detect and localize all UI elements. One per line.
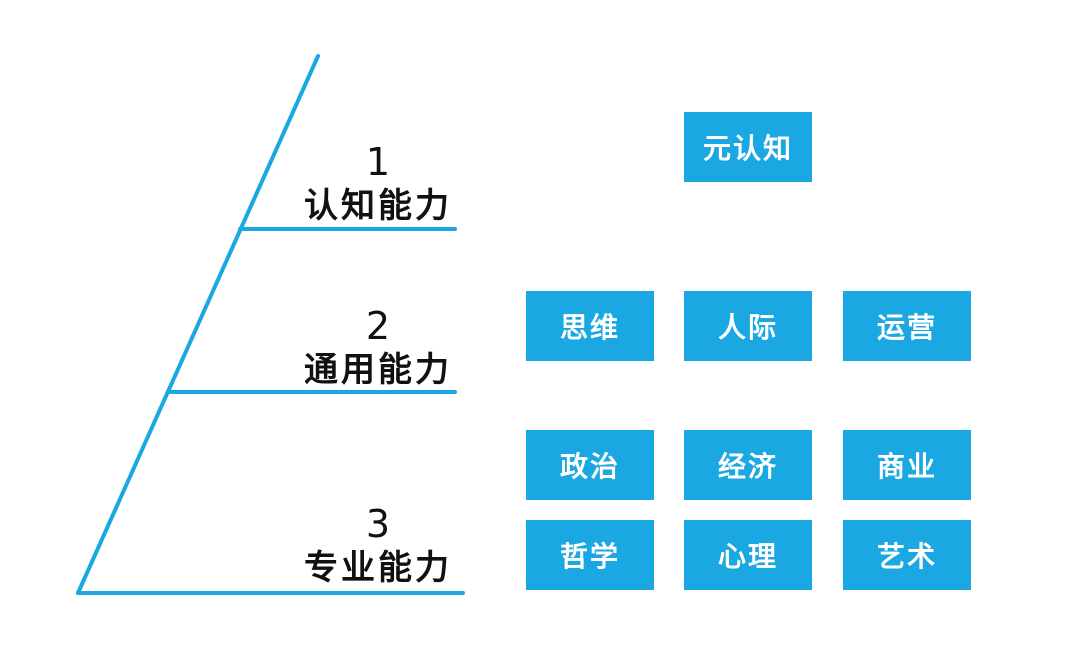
box-business: 商业	[843, 430, 971, 500]
box-thinking: 思维	[526, 291, 654, 361]
level-2-number: 2	[365, 304, 391, 348]
box-economics: 经济	[684, 430, 812, 500]
level-2-name: 通用能力	[304, 350, 452, 390]
level-3-label: 3 专业能力	[288, 505, 468, 585]
level-1-number: 1	[365, 140, 391, 184]
level-2-label: 2 通用能力	[288, 307, 468, 387]
box-psychology: 心理	[684, 520, 812, 590]
box-operations: 运营	[843, 291, 971, 361]
level-3-name: 专业能力	[304, 548, 452, 588]
box-meta-cognition: 元认知	[684, 112, 812, 182]
level-1-label: 1 认知能力	[288, 143, 468, 223]
box-art: 艺术	[843, 520, 971, 590]
level-3-number: 3	[365, 502, 391, 546]
pyramid-slope-line	[76, 54, 320, 595]
level-1-name: 认知能力	[304, 186, 452, 226]
box-politics: 政治	[526, 430, 654, 500]
box-interpersonal: 人际	[684, 291, 812, 361]
box-philosophy: 哲学	[526, 520, 654, 590]
